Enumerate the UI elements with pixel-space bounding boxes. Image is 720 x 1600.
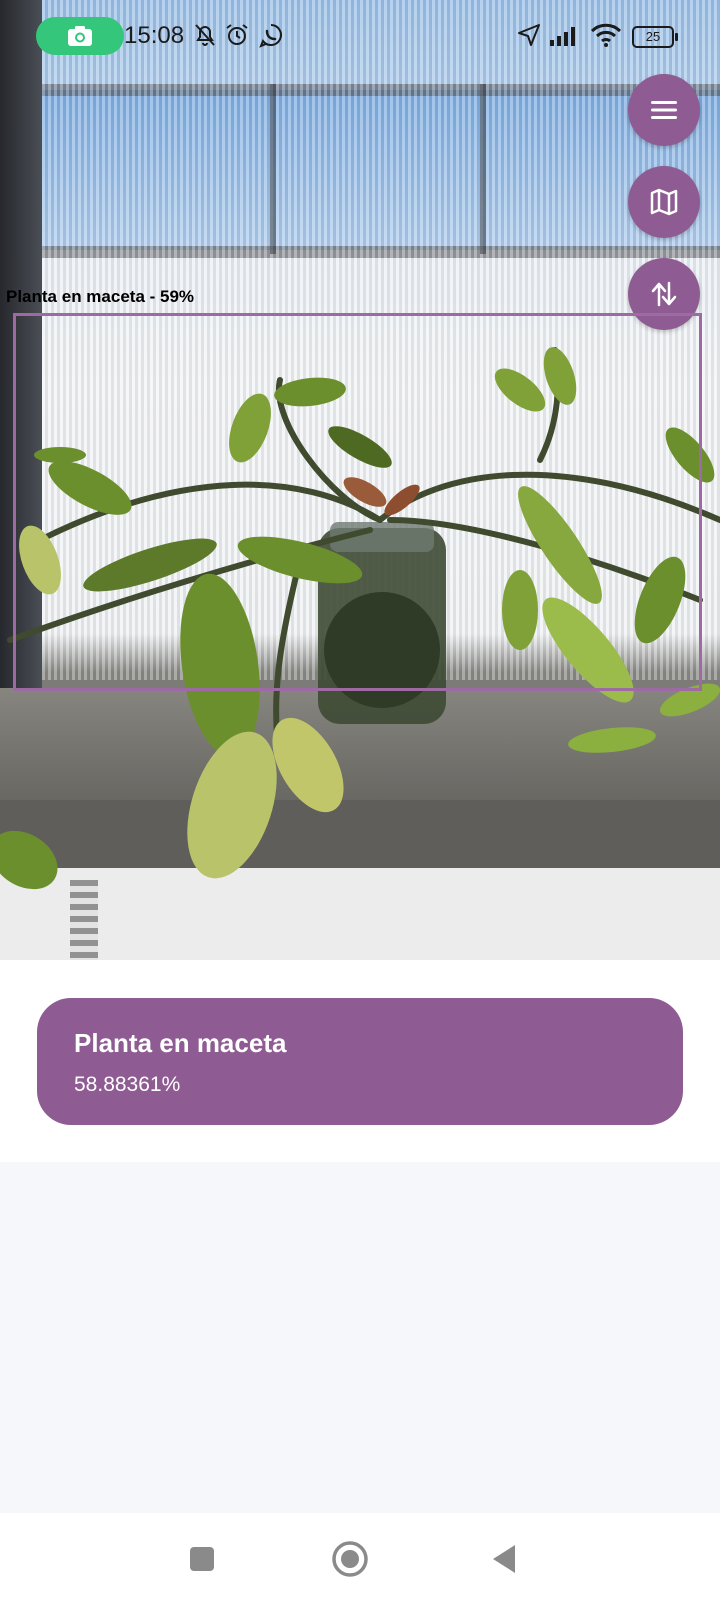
bell-muted-icon <box>195 24 215 46</box>
battery-indicator: 25 <box>632 26 678 48</box>
camera-icon <box>68 26 92 46</box>
alarm-icon <box>226 24 248 45</box>
wifi-icon <box>590 23 622 47</box>
map-button[interactable] <box>628 166 700 238</box>
navigation-bar <box>0 1513 720 1600</box>
signal-icon <box>550 27 575 46</box>
map-icon <box>650 188 678 216</box>
result-label: Planta en maceta <box>74 1028 287 1058</box>
home-button[interactable] <box>330 1539 370 1579</box>
home-circle-icon <box>332 1541 368 1577</box>
swap-vertical-icon <box>651 281 677 307</box>
screen-record-indicator[interactable] <box>36 17 124 55</box>
back-triangle-icon <box>493 1545 515 1573</box>
result-card[interactable]: Planta en maceta 58.88361% <box>37 998 683 1125</box>
menu-button[interactable] <box>628 74 700 146</box>
detection-label: Planta en maceta - 59% <box>6 287 195 306</box>
recents-square-icon <box>190 1547 214 1571</box>
back-button[interactable] <box>484 1539 524 1579</box>
status-bar: 15:08 25 <box>0 0 720 72</box>
result-confidence: 58.88361% <box>74 1073 181 1096</box>
location-arrow-icon <box>518 24 540 46</box>
menu-icon <box>651 101 677 119</box>
detection-bounding-box <box>13 313 702 691</box>
whatsapp-icon <box>259 24 282 48</box>
recents-button[interactable] <box>182 1539 222 1579</box>
clock: 15:08 <box>124 22 185 49</box>
